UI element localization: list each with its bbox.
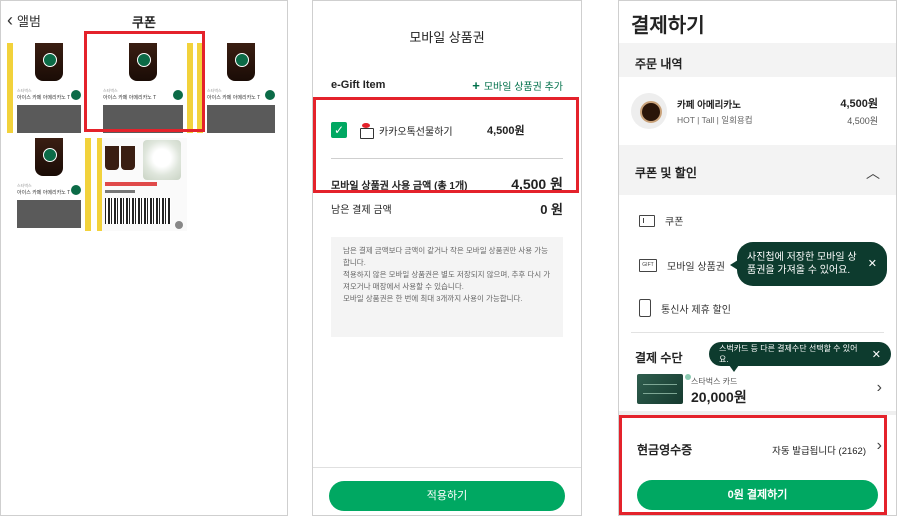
notice-text: 모바일 상품권은 한 번에 최대 3개까지 사용이 가능합니다.: [343, 294, 523, 303]
gift-card-icon: GIFT: [639, 259, 657, 272]
notice-text: 남은 결제 금액보다 금액이 같거나 작은 모바일 상품권만 사용 가능합니다.: [343, 246, 549, 267]
pay-button[interactable]: 0원 결제하기: [637, 480, 878, 510]
used-amount-value: 4,500 원: [511, 176, 563, 192]
coupon-thumbnail-selected[interactable]: 스타벅스 아이스 카페 아메리카노 T: [93, 43, 193, 133]
order-item-price: 4,500원: [840, 98, 878, 110]
payment-method-header: 결제 수단: [635, 351, 683, 365]
starbucks-logo-icon: [265, 90, 275, 100]
cash-receipt-label[interactable]: 현금영수증: [637, 441, 692, 458]
barcode-redacted: [207, 105, 275, 133]
attachment-icon: [175, 221, 183, 229]
order-item-subprice: 4,500원: [847, 116, 878, 126]
coupon-thumbnail[interactable]: 스타벅스 아이스 카페 아메리카노 T: [7, 138, 91, 231]
close-icon[interactable]: ✕: [868, 258, 877, 271]
used-amount-label: 모바일 상품권 사용 금액 (총 1개): [331, 180, 468, 192]
page-title: 결제하기: [631, 15, 705, 37]
notice-text: 적용하지 않은 모바일 상품권은 별도 저장되지 않으며, 추후 다시 가져오거…: [343, 270, 551, 291]
gift-item-row[interactable]: ✓ 카카오톡선물하기 4,500원: [331, 115, 563, 145]
coupon-option[interactable]: 쿠폰: [639, 213, 683, 228]
used-amount-row: 모바일 상품권 사용 금액 (총 1개) 4,500 원: [331, 175, 563, 193]
gift-item-price: 4,500원: [487, 125, 525, 137]
coupon-product-name: 아이스 카페 아메리카노 T: [17, 95, 71, 101]
chevron-right-icon[interactable]: ›: [877, 379, 882, 397]
starbucks-logo-icon: [71, 185, 81, 195]
product-thumbnail: [631, 93, 667, 129]
order-item-name: 카페 아메리카노: [677, 100, 741, 111]
chevron-right-icon[interactable]: ›: [877, 437, 882, 455]
cash-receipt-value: 자동 발급됩니다 (2162): [772, 446, 866, 457]
album-title: 쿠폰: [132, 15, 156, 30]
flower-image: [143, 140, 181, 180]
order-header: 주문 내역: [635, 57, 683, 71]
plus-icon: +: [472, 77, 480, 93]
chevron-up-icon[interactable]: ︿: [866, 163, 880, 183]
gift-tooltip: 사진첩에 저장한 모바일 상품권을 가져올 수 있어요. ✕: [730, 242, 887, 286]
notice-box: 남은 결제 금액보다 금액이 같거나 작은 모바일 상품권만 사용 가능합니다.…: [331, 237, 563, 337]
barcode-redacted: [17, 105, 81, 133]
barcode-image: [105, 198, 171, 224]
starbucks-logo-icon: [173, 90, 183, 100]
gift-item-name: 카카오톡선물하기: [379, 126, 453, 138]
coupon-product-name: 아이스 카페 아메리카노 T: [17, 190, 71, 196]
mobile-gift-option[interactable]: GIFT 모바일 상품권: [639, 258, 725, 273]
coupon-product-name: 아이스 카페 아메리카노 T: [103, 95, 157, 101]
barcode-redacted: [103, 105, 183, 133]
event-headline: [105, 182, 157, 186]
remaining-value: 0 원: [540, 201, 563, 217]
add-gift-button[interactable]: + 모바일 상품권 추가: [472, 78, 563, 93]
gift-box-icon: [359, 123, 374, 139]
method-tooltip: 스벅카드 등 다른 결제수단 선택할 수 있어요. ✕: [709, 342, 891, 372]
coffee-cup-image: [227, 43, 255, 81]
mobile-gift-panel: 모바일 상품권 e-Gift Item + 모바일 상품권 추가 ✓ 카카오톡선…: [312, 0, 582, 516]
section-label: e-Gift Item: [331, 79, 386, 91]
coupon-thumbnail[interactable]: 스타벅스 아이스 카페 아메리카노 T: [7, 43, 91, 133]
card-name: 스타벅스 카드: [691, 377, 738, 386]
barcode-redacted: [17, 200, 81, 228]
coffee-cup-image: [35, 138, 63, 176]
payment-panel: 결제하기 주문 내역 카페 아메리카노 HOT | Tall | 일회용컵 4,…: [618, 0, 897, 516]
divider: [331, 99, 563, 100]
remaining-amount-row: 남은 결제 금액 0 원: [331, 199, 563, 217]
tooltip-text: 스벅카드 등 다른 결제수단 선택할 수 있어요.: [719, 344, 858, 364]
order-item-options: HOT | Tall | 일회용컵: [677, 115, 753, 125]
phone-icon: [639, 299, 651, 317]
page-title: 모바일 상품권: [409, 30, 485, 45]
album-panel: ‹ 앨범 쿠폰 스타벅스 아이스 카페 아메리카노 T 스타벅스 아이스 카페 …: [0, 0, 288, 516]
card-balance: 20,000원: [691, 389, 747, 405]
coffee-cup-image: [129, 43, 157, 81]
coupon-thumbnail[interactable]: 스타벅스 아이스 카페 아메리카노 T: [197, 43, 285, 133]
add-gift-label: 모바일 상품권 추가: [483, 81, 563, 93]
album-header: ‹ 앨범 쿠폰: [1, 1, 287, 41]
checkbox-checked[interactable]: ✓: [331, 122, 347, 138]
coffee-cup-image: [35, 43, 63, 81]
egift-section-header: e-Gift Item + 모바일 상품권 추가: [331, 77, 563, 93]
close-icon[interactable]: ✕: [872, 348, 881, 361]
apply-button[interactable]: 적용하기: [329, 481, 565, 511]
tooltip-text: 사진첩에 저장한 모바일 상품권을 가져올 수 있어요.: [747, 252, 857, 276]
event-coupon-thumbnail[interactable]: [97, 138, 187, 231]
coffee-cups-image: [105, 142, 141, 172]
divider: [331, 158, 563, 159]
starbucks-logo-icon: [71, 90, 81, 100]
coupon-product-name: 아이스 카페 아메리카노 T: [207, 95, 261, 101]
telecom-discount-option[interactable]: 통신사 제휴 할인: [639, 299, 731, 317]
remaining-label: 남은 결제 금액: [331, 204, 392, 216]
starbucks-card-image: [637, 374, 683, 404]
coupon-discount-header[interactable]: 쿠폰 및 할인: [635, 164, 697, 181]
coupon-icon: [639, 214, 655, 227]
